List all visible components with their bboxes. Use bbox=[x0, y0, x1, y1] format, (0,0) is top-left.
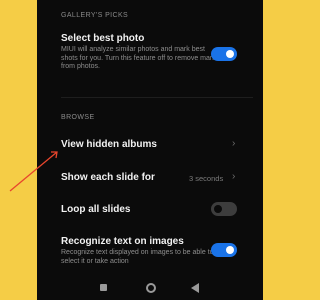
arrow-shaft bbox=[9, 151, 58, 192]
annotation-arrow bbox=[9, 151, 58, 192]
